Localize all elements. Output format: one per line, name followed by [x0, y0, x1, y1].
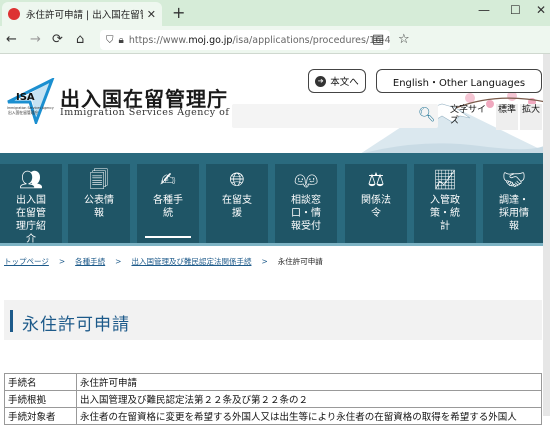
bookmark-icon[interactable]: ☆ — [398, 32, 410, 47]
nav-label-line: 続 — [163, 208, 173, 219]
documents-icon: 🗐 — [89, 169, 109, 191]
page-title: 永住許可申請 — [22, 315, 130, 335]
nav-item-procedures[interactable]: ✍︎ 各種手続 — [137, 164, 199, 244]
url-prefix: https://www. — [128, 34, 189, 46]
nav-item-support[interactable]: 🌐︎ 在留支援 — [206, 164, 268, 244]
scrollbar[interactable] — [543, 54, 550, 416]
nav-label-line: 在留支 — [222, 195, 252, 206]
gavel-icon: ⚖︎ — [367, 169, 385, 191]
table-row: 手続名 永住許可申請 — [4, 373, 542, 391]
tab-title: 永住許可申請 | 出入国在留管理庁 — [26, 10, 143, 21]
title-accent-bar — [10, 310, 13, 332]
table-value: 永住許可申請 — [76, 373, 542, 391]
nav-label-line: 調達・ — [499, 195, 529, 206]
nav-item-about[interactable]: 👥︎ 出入国 在留管 理庁紹介 — [0, 164, 62, 245]
nav-label-line: 報 — [509, 221, 519, 232]
nav-label-line: 理庁紹 — [16, 221, 46, 232]
nav-label-line: 在留管 — [16, 208, 46, 219]
reader-icon[interactable]: ▤ — [372, 32, 384, 47]
table-key: 手続対象者 — [4, 407, 77, 425]
lock-icon: 🔒︎ — [118, 34, 124, 46]
breadcrumb-current: 永住許可申請 — [277, 257, 323, 266]
nav-label-line: 各種手 — [153, 195, 183, 206]
maximize-icon[interactable]: ☐ — [510, 3, 521, 17]
nav-item-laws[interactable]: ⚖︎ 関係法令 — [345, 164, 407, 244]
skip-to-content-button[interactable]: ➔ 本文へ — [308, 69, 366, 93]
search-input[interactable] — [232, 104, 438, 128]
breadcrumb-procedures[interactable]: 各種手続 — [75, 257, 105, 266]
form-pen-icon: ✍︎ — [160, 169, 176, 191]
table-key: 手続根拠 — [4, 390, 77, 408]
nav-label-line: 公表情 — [84, 195, 114, 206]
minimize-icon[interactable]: — — [478, 3, 490, 17]
address-bar[interactable]: ⛉ 🔒︎ https://www. moj.go.jp/isa/applicati… — [100, 30, 390, 50]
font-size-label: 文字サイズ — [450, 105, 487, 126]
language-button[interactable]: English・Other Languages — [376, 69, 542, 93]
consultation-icon: 👬︎ — [293, 169, 319, 191]
nav-label-line: 採用情 — [499, 208, 529, 219]
breadcrumb-separator: > — [261, 257, 268, 266]
nav-item-procurement[interactable]: 🤝︎ 調達・採用情報 — [483, 164, 545, 244]
breadcrumb-separator: > — [58, 257, 66, 266]
table-row: 手続対象者 永住者の在留資格に変更を希望する外国人又は出生等により永住者の在留資格… — [4, 407, 542, 425]
table-key: 手続名 — [4, 373, 77, 391]
nav-bar: ← → ⟳ ⌂ ⛉ 🔒︎ https://www. moj.go.jp/isa/a… — [0, 26, 550, 54]
browser-tab[interactable]: 永住許可申請 | 出入国在留管理庁 ✕ — [2, 2, 162, 26]
nav-label-line: 報受付 — [291, 221, 321, 232]
close-tab-icon[interactable]: ✕ — [147, 8, 156, 21]
favicon-icon — [8, 8, 20, 20]
shield-icon: ⛉ — [106, 34, 114, 46]
nav-label-line: 入管政 — [430, 195, 460, 206]
handshake-icon: 🤝︎ — [501, 169, 527, 191]
breadcrumb-separator: > — [115, 257, 122, 266]
new-tab-icon[interactable]: + — [172, 3, 185, 22]
breadcrumb-immigration-procedures[interactable]: 出入国管理及び難民認定法関係手続 — [131, 257, 251, 266]
font-standard-button[interactable]: 標準 — [496, 104, 518, 130]
people-icon: 👥︎ — [18, 169, 44, 191]
arrow-circle-icon: ➔ — [315, 75, 327, 87]
skip-to-content-label: 本文へ — [330, 77, 359, 88]
tab-bar: 永住許可申請 | 出入国在留管理庁 ✕ + — ☐ ✕ — [0, 0, 550, 26]
table-row: 手続根拠 出入国管理及び難民認定法第２２条及び第２２条の２ — [4, 390, 542, 408]
nav-label-line: 関係法 — [361, 195, 391, 206]
reload-icon[interactable]: ⟳ — [52, 32, 63, 47]
nav-label-line: 策・統 — [430, 208, 460, 219]
home-icon[interactable]: ⌂ — [76, 32, 84, 47]
nav-item-publications[interactable]: 🗐 公表情報 — [68, 164, 130, 244]
url-domain: moj.go.jp — [188, 34, 233, 46]
nav-label-line: 口・情 — [291, 208, 321, 219]
logo-small-ja: 出入国在留管理庁 — [8, 110, 39, 115]
nav-label-line: 相談窓 — [291, 195, 321, 206]
procedure-info-table: 手続名 永住許可申請 手続根拠 出入国管理及び難民認定法第２２条及び第２２条の２ 手… — [4, 373, 542, 425]
close-window-icon[interactable]: ✕ — [536, 3, 546, 17]
isa-logo-icon[interactable]: ISA Immigration Services Agency 出入国在留管理庁 — [6, 78, 56, 124]
table-value: 永住者の在留資格に変更を希望する外国人又は出生等により永住者の在留資格の取得を希… — [76, 407, 542, 425]
back-icon[interactable]: ← — [6, 32, 17, 47]
search-icon[interactable]: 🔍︎ — [418, 107, 436, 123]
active-indicator — [145, 236, 191, 238]
table-value: 出入国管理及び難民認定法第２２条及び第２２条の２ — [76, 390, 542, 408]
font-enlarge-button[interactable]: 拡大 — [520, 104, 542, 130]
logo-mark-text: ISA — [16, 92, 35, 103]
forward-icon[interactable]: → — [30, 32, 41, 47]
url-path: /isa/applications/procedures/16-4.ht — [232, 34, 390, 46]
nav-label-line: 計 — [440, 221, 450, 232]
nav-item-policy[interactable]: 📈︎ 入管政策・統計 — [414, 164, 476, 244]
nav-label-line: 報 — [94, 208, 104, 219]
nav-label-line: 令 — [371, 208, 381, 219]
chart-icon: 📈︎ — [432, 169, 458, 191]
nav-item-consultation[interactable]: 👬︎ 相談窓口・情報受付 — [275, 164, 337, 244]
breadcrumb: トップページ > 各種手続 > 出入国管理及び難民認定法関係手続 > 永住許可申請 — [0, 243, 550, 277]
nav-label-line: 出入国 — [16, 195, 46, 206]
globe-hand-icon: 🌐︎ — [229, 169, 245, 191]
nav-label-line: 援 — [232, 208, 242, 219]
breadcrumb-home[interactable]: トップページ — [4, 257, 49, 266]
